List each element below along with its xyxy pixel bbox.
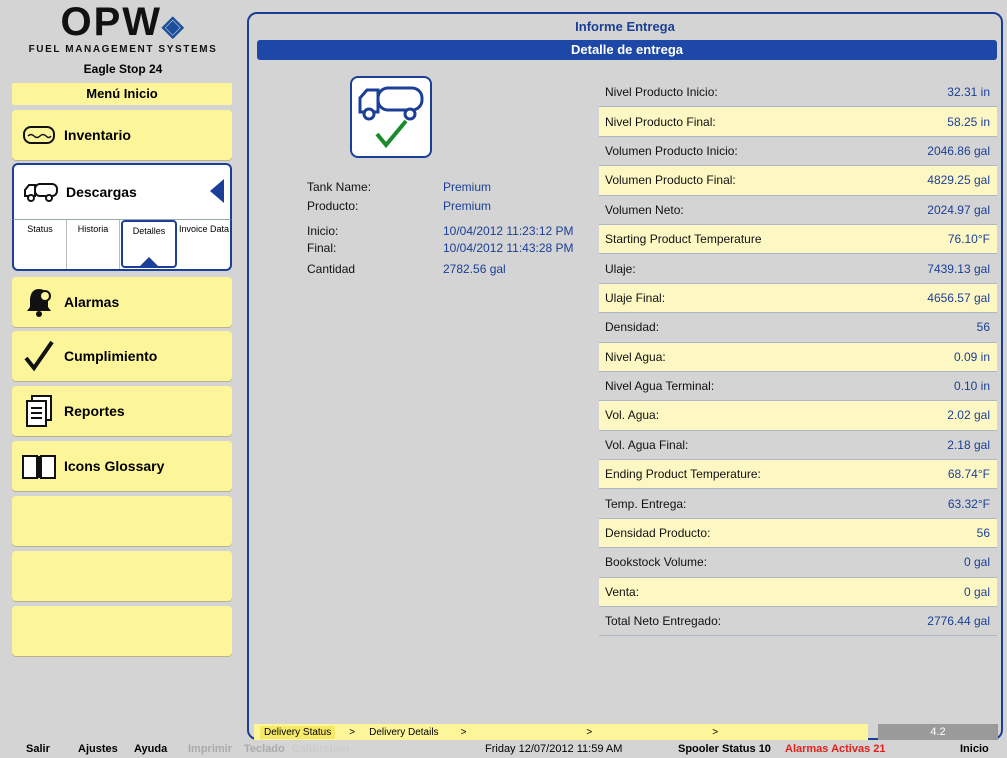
menu-item-label: Inventario (64, 127, 131, 143)
breadcrumb-separator: > (460, 726, 467, 738)
detail-row: Total Neto Entregado: 2776.44 gal (599, 607, 997, 637)
detail-row: Nivel Producto Inicio: 32.31 in (599, 78, 997, 108)
detail-row: Ulaje Final: 4656.57 gal (599, 283, 997, 314)
home-button[interactable]: Inicio (960, 743, 989, 755)
exit-button[interactable]: Salir (26, 743, 50, 755)
detail-row: Volumen Producto Inicio: 2046.86 gal (599, 137, 997, 167)
opw-logo: OPW◈ FUEL MANAGEMENT SYSTEMS (0, 0, 246, 62)
tank-icon (18, 115, 60, 155)
breadcrumb: Delivery Status > Delivery Details > > > (254, 724, 868, 740)
checkmark-icon (18, 336, 60, 376)
bell-icon (18, 282, 60, 322)
detail-row: Densidad: 56 (599, 313, 997, 343)
menu-item-empty (12, 496, 232, 546)
main-panel: Informe Entrega Detalle de entrega Tank … (247, 12, 1003, 740)
version-box: 4.2 (878, 724, 998, 740)
logo-text: OPW (60, 0, 162, 44)
menu-item-empty (12, 551, 232, 601)
active-alarms-label[interactable]: Alarmas Activas 21 (785, 743, 886, 755)
breadcrumb-separator: > (586, 726, 593, 738)
detail-row: Volumen Neto: 2024.97 gal (599, 196, 997, 225)
breadcrumb-separator: > (349, 726, 356, 738)
settings-button[interactable]: Ajustes (78, 743, 118, 755)
bottom-toolbar: Salir Ajustes Ayuda Imprimir Teclado Cal… (0, 742, 1007, 758)
book-icon (18, 446, 60, 486)
section-header: Detalle de entrega (257, 40, 997, 60)
page-title: Informe Entrega (575, 19, 675, 34)
detail-row: Bookstock Volume: 0 gal (599, 548, 997, 578)
menu-item-label: Icons Glossary (64, 458, 165, 474)
calibration-button: Calibration (292, 743, 350, 755)
keyboard-button: Teclado (244, 743, 285, 755)
tab-status[interactable]: Status (14, 220, 67, 269)
truck-icon (20, 172, 62, 212)
alarms-count: 21 (873, 743, 886, 755)
breadcrumb-separator: > (712, 726, 719, 738)
detail-row: Ending Product Temperature: 68.74°F (599, 460, 997, 490)
menu-item-reportes[interactable]: Reportes (12, 386, 232, 436)
date-display: Friday 12/07/2012 11:59 AM (485, 743, 623, 755)
detail-row: Nivel Producto Final: 58.25 in (599, 107, 997, 137)
menu-item-label: Alarmas (64, 294, 120, 310)
menu-item-inventario[interactable]: Inventario (12, 110, 232, 160)
active-indicator-icon (210, 179, 224, 203)
spooler-count: 10 (758, 743, 771, 755)
menu-item-descargas[interactable]: Descargas (12, 163, 232, 219)
detail-row: Vol. Agua: 2.02 gal (599, 401, 997, 431)
delivery-truck-icon (350, 76, 432, 158)
breadcrumb-item[interactable]: Delivery Status (260, 725, 336, 739)
breadcrumb-item[interactable]: Delivery Details (369, 727, 438, 738)
detail-row: Ulaje: 7439.13 gal (599, 254, 997, 284)
menu-item-cumplimiento[interactable]: Cumplimiento (12, 331, 232, 381)
print-button: Imprimir (188, 743, 233, 755)
menu-item-label: Cumplimiento (64, 348, 158, 364)
menu-item-label: Descargas (66, 184, 137, 200)
detail-row: Vol. Agua Final: 2.18 gal (599, 431, 997, 461)
delivery-details-table: Nivel Producto Inicio: 32.31 in Nivel Pro… (599, 78, 997, 637)
detail-row: Venta: 0 gal (599, 577, 997, 608)
detail-row: Nivel Agua Terminal: 0.10 in (599, 372, 997, 402)
logo-diamond-icon: ◈ (162, 10, 186, 41)
menu-item-alarmas[interactable]: Alarmas (12, 277, 232, 327)
tab-invoice-data[interactable]: Invoice Data (178, 220, 230, 269)
subtab-bar: Status Historia Detalles Invoice Data (12, 219, 232, 271)
tab-detalles[interactable]: Detalles (121, 220, 177, 268)
detail-row: Volumen Producto Final: 4829.25 gal (599, 166, 997, 196)
site-name: Eagle Stop 24 (83, 62, 163, 76)
spooler-status-label[interactable]: Spooler Status 10 (678, 743, 771, 755)
caret-up-icon (140, 257, 158, 266)
menu-title: Menú Inicio (12, 83, 232, 105)
detail-row: Starting Product Temperature 76.10°F (599, 224, 997, 255)
menu-item-empty (12, 606, 232, 656)
menu-item-icons-glossary[interactable]: Icons Glossary (12, 441, 232, 491)
tab-historia[interactable]: Historia (67, 220, 120, 269)
detail-row: Temp. Entrega: 63.32°F (599, 489, 997, 519)
help-button[interactable]: Ayuda (134, 743, 167, 755)
reports-icon (18, 391, 60, 431)
detail-row: Nivel Agua: 0.09 in (599, 342, 997, 372)
menu-item-label: Reportes (64, 403, 125, 419)
detail-row: Densidad Producto: 56 (599, 518, 997, 549)
